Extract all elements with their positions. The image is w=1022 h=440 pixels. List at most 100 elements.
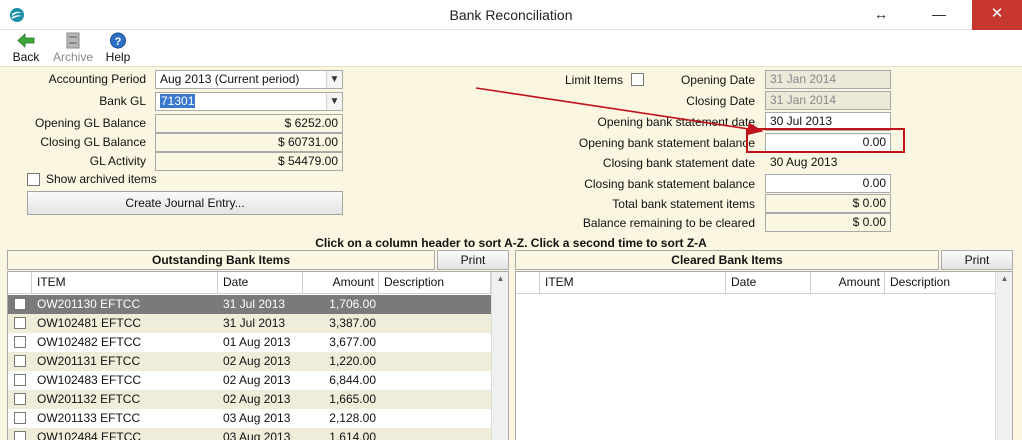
cell-amount: 6,844.00 [329,373,376,387]
opening-gl-balance-label: Opening GL Balance [35,116,146,130]
column-header-item[interactable]: ITEM [540,272,726,294]
cell-date: 03 Aug 2013 [223,430,291,440]
row-checkbox[interactable] [14,298,26,310]
cleared-print-button[interactable]: Print [941,250,1013,270]
archive-icon [66,32,80,49]
opening-gl-balance-value: $ 6252.00 [155,114,343,133]
main-panel: Accounting Period Aug 2013 (Current peri… [0,66,1022,440]
closing-statement-date-field[interactable]: 30 Aug 2013 [765,153,891,172]
cell-date: 31 Jul 2013 [223,297,286,311]
back-button[interactable]: Back [10,32,42,64]
balance-remaining-value: $ 0.00 [765,213,891,232]
table-row[interactable]: OW102484 EFTCC 03 Aug 2013 1,614.00 [8,428,508,440]
table-row[interactable]: OW201132 EFTCC 02 Aug 2013 1,665.00 [8,390,508,409]
toolbar: Back Archive ? Help [0,30,1022,66]
closing-date-label: Closing Date [686,94,755,108]
cleared-scrollbar[interactable]: ▲ [995,272,1012,440]
total-statement-items-value: $ 0.00 [765,194,891,213]
chevron-down-icon[interactable]: ▼ [326,71,342,88]
minimize-button[interactable]: — [916,0,962,30]
show-archived-label: Show archived items [46,172,157,186]
column-header-description[interactable]: Description [885,272,998,294]
outstanding-scrollbar[interactable]: ▲ [491,272,508,440]
archive-label: Archive [52,50,93,64]
row-checkbox[interactable] [14,393,26,405]
gl-activity-value: $ 54479.00 [155,152,343,171]
cell-amount: 1,614.00 [329,430,376,440]
balance-remaining-label: Balance remaining to be cleared [582,216,755,230]
opening-date-field: 31 Jan 2014 [765,70,891,89]
column-header-select[interactable] [516,272,540,294]
cell-date: 02 Aug 2013 [223,354,291,368]
limit-items-checkbox[interactable] [631,73,644,86]
outstanding-items-title: Outstanding Bank Items [7,250,435,270]
opening-statement-balance-label: Opening bank statement balance [578,136,755,150]
accounting-period-label: Accounting Period [48,72,146,86]
resize-icon[interactable]: ↔ [858,0,904,30]
closing-statement-date-label: Closing bank statement date [602,156,755,170]
opening-statement-date-label: Opening bank statement date [597,115,755,129]
closing-date-field: 31 Jan 2014 [765,91,891,110]
help-icon: ? [110,32,126,49]
cell-amount: 1,220.00 [329,354,376,368]
table-row[interactable]: OW102482 EFTCC 01 Aug 2013 3,677.00 [8,333,508,352]
close-button[interactable]: ✕ [972,0,1022,30]
svg-text:?: ? [115,36,122,48]
accounting-period-select[interactable]: Aug 2013 (Current period) ▼ [155,70,343,89]
help-button[interactable]: ? Help [102,32,134,64]
show-archived-checkbox[interactable] [27,173,40,186]
create-journal-entry-button[interactable]: Create Journal Entry... [27,191,343,215]
row-checkbox[interactable] [14,412,26,424]
scroll-up-icon[interactable]: ▲ [996,274,1012,283]
cleared-items-grid: ITEM Date Amount Description ▲ [515,271,1013,440]
row-checkbox[interactable] [14,374,26,386]
column-header-amount[interactable]: Amount [811,272,885,294]
column-header-date[interactable]: Date [218,272,303,294]
table-row[interactable]: OW102483 EFTCC 02 Aug 2013 6,844.00 [8,371,508,390]
cell-amount: 3,677.00 [329,335,376,349]
title-bar: Bank Reconciliation ↔ — ✕ [0,0,1022,30]
column-header-description[interactable]: Description [379,272,491,294]
cell-item: OW201131 EFTCC [37,354,141,368]
column-header-date[interactable]: Date [726,272,811,294]
cell-date: 01 Aug 2013 [223,335,291,349]
cell-item: OW102481 EFTCC [37,316,142,330]
cell-date: 02 Aug 2013 [223,373,291,387]
table-row[interactable]: OW201130 EFTCC 31 Jul 2013 1,706.00 [8,295,508,314]
row-checkbox[interactable] [14,336,26,348]
scroll-up-icon[interactable]: ▲ [492,274,508,283]
outstanding-print-button[interactable]: Print [437,250,509,270]
bank-gl-select[interactable]: 71301 ▼ [155,92,343,111]
column-header-amount[interactable]: Amount [303,272,379,294]
row-checkbox[interactable] [14,317,26,329]
opening-date-label: Opening Date [680,73,755,87]
accounting-period-value: Aug 2013 (Current period) [160,72,300,86]
cell-amount: 1,706.00 [329,297,376,311]
table-row[interactable]: OW102481 EFTCC 31 Jul 2013 3,387.00 [8,314,508,333]
help-label: Help [105,50,131,64]
cell-amount: 1,665.00 [329,392,376,406]
cell-item: OW201130 EFTCC [37,297,141,311]
table-row[interactable]: OW201133 EFTCC 03 Aug 2013 2,128.00 [8,409,508,428]
cell-date: 03 Aug 2013 [223,411,291,425]
chevron-down-icon[interactable]: ▼ [326,93,342,110]
column-header-select[interactable] [8,272,32,294]
limit-items-label: Limit Items [564,73,623,87]
column-header-item[interactable]: ITEM [32,272,218,294]
closing-gl-balance-value: $ 60731.00 [155,133,343,152]
closing-statement-balance-label: Closing bank statement balance [584,177,755,191]
cell-amount: 2,128.00 [329,411,376,425]
gl-activity-label: GL Activity [89,154,146,168]
total-statement-items-label: Total bank statement items [612,197,755,211]
sort-hint: Click on a column header to sort A-Z. Cl… [315,236,707,250]
row-checkbox[interactable] [14,431,26,440]
row-checkbox[interactable] [14,355,26,367]
closing-statement-balance-field[interactable]: 0.00 [765,174,891,193]
table-row[interactable]: OW201131 EFTCC 02 Aug 2013 1,220.00 [8,352,508,371]
opening-statement-date-field[interactable]: 30 Jul 2013 [765,112,891,131]
cell-date: 31 Jul 2013 [223,316,286,330]
archive-button[interactable]: Archive [50,32,96,64]
outstanding-items-grid: ITEM Date Amount Description OW201130 EF… [7,271,509,440]
cell-item: OW201132 EFTCC [37,392,141,406]
opening-statement-balance-field[interactable]: 0.00 [765,133,891,152]
